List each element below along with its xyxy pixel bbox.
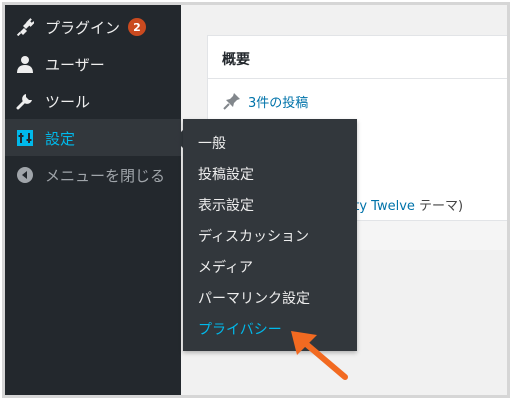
submenu-item-reading[interactable]: 表示設定 (198, 195, 254, 215)
submenu-item-permalinks[interactable]: パーマリンク設定 (198, 288, 310, 308)
admin-sidebar: プラグイン 2 ユーザー ツール 設定 メニューを閉じる (5, 5, 181, 395)
panel-divider (208, 78, 507, 79)
plugin-icon (15, 17, 35, 37)
submenu-item-writing[interactable]: 投稿設定 (198, 164, 254, 184)
screenshot-frame: プラグイン 2 ユーザー ツール 設定 メニューを閉じる 概要 3件の投稿 nt… (2, 2, 510, 398)
pin-icon (223, 93, 240, 110)
collapse-icon (15, 165, 35, 185)
posts-count-link[interactable]: 3件の投稿 (222, 91, 308, 111)
sidebar-collapse-menu[interactable]: メニューを閉じる (5, 156, 181, 193)
sidebar-item-label: 設定 (45, 130, 76, 148)
sidebar-item-label: メニューを閉じる (45, 167, 166, 185)
submenu-item-general[interactable]: 一般 (198, 133, 226, 153)
theme-suffix: テーマ) (414, 199, 464, 214)
sidebar-item-label: プラグイン (45, 19, 121, 37)
posts-count-label: 3件の投稿 (248, 95, 309, 111)
settings-icon (15, 128, 35, 148)
user-icon (15, 54, 35, 74)
sidebar-item-label: ツール (45, 93, 91, 111)
callout-arrow-icon (291, 331, 348, 380)
sidebar-item-plugins[interactable]: プラグイン 2 (5, 8, 181, 45)
panel-title: 概要 (222, 52, 250, 68)
wrench-icon (15, 91, 35, 111)
theme-info: nty Twelve テーマ) (346, 195, 463, 214)
sidebar-item-settings[interactable]: 設定 (5, 119, 181, 156)
submenu-item-media[interactable]: メディア (198, 257, 253, 277)
submenu-item-discussion[interactable]: ディスカッション (198, 226, 309, 246)
sidebar-item-label: ユーザー (45, 56, 105, 74)
settings-submenu: 一般 投稿設定 表示設定 ディスカッション メディア パーマリンク設定 プライバ… (183, 119, 357, 351)
sidebar-item-users[interactable]: ユーザー (5, 45, 181, 82)
sidebar-item-tools[interactable]: ツール (5, 82, 181, 119)
submenu-item-privacy[interactable]: プライバシー (198, 319, 282, 339)
update-count-badge: 2 (128, 18, 146, 36)
